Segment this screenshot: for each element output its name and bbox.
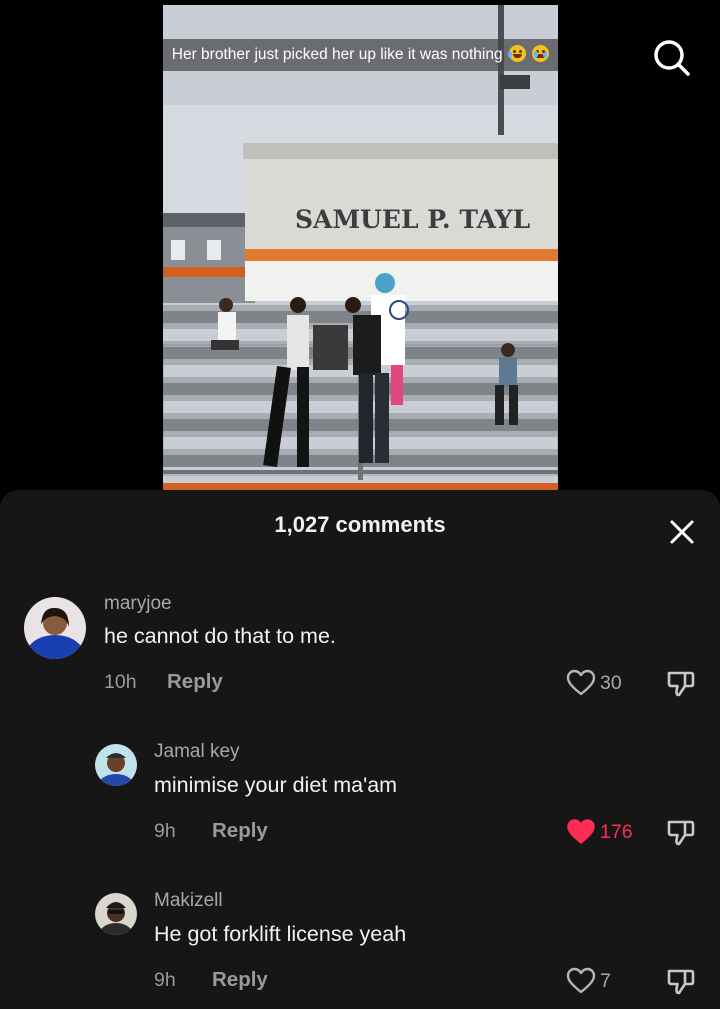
avatar-image [95,744,137,786]
close-button[interactable] [666,516,698,548]
avatar[interactable] [24,597,86,659]
comment-text: He got forklift license yeah [154,922,407,946]
reply-button[interactable]: Reply [212,819,268,843]
search-button[interactable] [652,38,692,78]
heart-filled-icon [567,819,595,844]
video-caption: Her brother just picked her up like it w… [163,39,558,71]
thumbs-down-icon [667,820,695,846]
comment-time: 9h [154,969,176,991]
comment-text: minimise your diet ma'am [154,773,398,797]
comments-count-title: 1,027 comments [274,512,446,537]
reply-button[interactable]: Reply [167,670,223,694]
avatar-image [24,597,86,659]
like-button[interactable]: 176 [566,818,633,846]
comment-username[interactable]: Makizell [154,890,223,912]
search-icon [654,40,690,76]
like-button[interactable]: 30 [566,669,622,697]
dislike-button[interactable] [665,965,697,997]
heart-outline-icon [566,669,596,696]
heart-outline-icon [566,967,596,994]
like-count: 176 [600,820,633,843]
like-count: 30 [600,671,622,694]
video-area[interactable]: SAMUEL P. TAYL Her brother just picked h… [0,0,720,490]
comment-time: 10h [104,671,137,693]
press-box-sign: SAMUEL P. TAYL [295,205,531,234]
thumbs-down-icon [667,969,695,995]
comment-username[interactable]: Jamal key [154,741,240,763]
avatar-image [95,893,137,935]
dislike-button[interactable] [665,667,697,699]
laughing-tears-emoji-icon [507,45,526,62]
dislike-button[interactable] [665,816,697,848]
like-button[interactable]: 7 [566,967,611,995]
video-player[interactable]: SAMUEL P. TAYL Her brother just picked h… [163,5,558,490]
comments-sheet: 1,027 comments maryjoe he cannot do that… [0,490,720,1009]
video-frame-scene: SAMUEL P. TAYL [163,5,558,490]
comment-text: he cannot do that to me. [104,624,336,648]
comment-time: 9h [154,820,176,842]
avatar[interactable] [95,744,137,786]
thumbs-down-icon [667,671,695,697]
reply-button[interactable]: Reply [212,968,268,992]
comment-username[interactable]: maryjoe [104,593,172,615]
sobbing-emoji-icon [532,45,550,62]
like-count: 7 [600,969,611,992]
video-caption-text: Her brother just picked her up like it w… [171,46,503,63]
avatar[interactable] [95,893,137,935]
close-icon [670,520,694,544]
